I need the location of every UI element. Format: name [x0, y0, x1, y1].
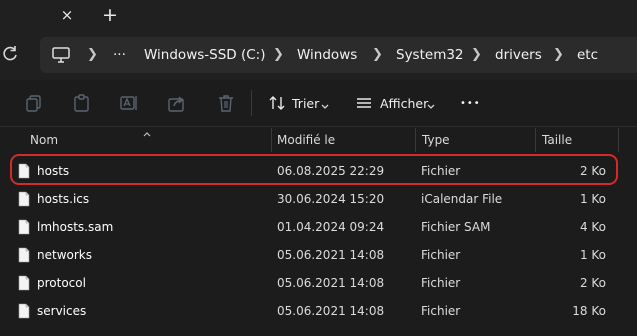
sort-button-label[interactable]: Trier	[292, 95, 319, 113]
calendar-file-icon	[18, 191, 30, 207]
file-size: 1 Ko	[579, 248, 606, 262]
chevron-down-icon[interactable]	[426, 97, 436, 109]
this-pc-icon[interactable]	[51, 46, 71, 64]
file-size: 2 Ko	[579, 276, 606, 290]
file-size: 4 Ko	[579, 220, 606, 234]
file-modified: 05.06.2021 14:08	[277, 276, 385, 290]
column-divider[interactable]	[415, 128, 416, 152]
file-type: Fichier	[421, 248, 461, 262]
file-row[interactable]: networks 05.06.2021 14:08 Fichier 1 Ko	[0, 241, 637, 269]
file-name[interactable]: hosts.ics	[37, 190, 89, 208]
share-icon[interactable]	[167, 93, 187, 113]
column-header-size[interactable]: Taille	[542, 131, 572, 149]
file-name[interactable]: lmhosts.sam	[37, 218, 113, 236]
column-divider[interactable]	[618, 128, 619, 152]
sort-ascending-icon	[142, 123, 152, 137]
refresh-icon[interactable]	[2, 43, 18, 63]
view-button-label[interactable]: Afficher	[380, 95, 428, 113]
file-row[interactable]: lmhosts.sam 01.04.2024 09:24 Fichier SAM…	[0, 213, 637, 241]
file-modified: 05.06.2021 14:08	[277, 304, 385, 318]
file-type: Fichier	[421, 304, 461, 318]
column-header-type[interactable]: Type	[422, 131, 450, 149]
breadcrumb-windows[interactable]: Windows	[297, 45, 357, 65]
chevron-right-icon[interactable]: ❯	[87, 45, 98, 65]
file-size: 1 Ko	[579, 192, 606, 206]
copy-icon[interactable]	[24, 93, 44, 113]
file-row[interactable]: services 05.06.2021 14:08 Fichier 18 Ko	[0, 297, 637, 325]
file-icon	[18, 247, 30, 263]
breadcrumb-more[interactable]: ···	[113, 45, 126, 65]
file-row[interactable]: protocol 05.06.2021 14:08 Fichier 2 Ko	[0, 269, 637, 297]
file-icon	[18, 219, 30, 235]
new-tab-icon[interactable]: +	[101, 5, 119, 25]
file-name[interactable]: networks	[37, 246, 92, 264]
chevron-right-icon[interactable]: ❯	[553, 45, 564, 65]
column-header-name[interactable]: Nom	[30, 131, 58, 149]
title-bar	[0, 0, 637, 31]
sort-icon[interactable]	[267, 93, 287, 113]
file-modified: 01.04.2024 09:24	[277, 220, 385, 234]
file-type: iCalendar File	[421, 192, 503, 206]
paste-icon[interactable]	[72, 93, 92, 113]
file-row[interactable]: hosts.ics 30.06.2024 15:20 iCalendar Fil…	[0, 185, 637, 213]
close-tab-icon[interactable]: ×	[59, 6, 75, 24]
column-header-modified[interactable]: Modifié le	[277, 131, 335, 149]
file-icon	[18, 303, 30, 319]
chevron-right-icon[interactable]: ❯	[372, 45, 383, 65]
breadcrumb-etc[interactable]: etc	[577, 45, 598, 65]
breadcrumb-drivers[interactable]: drivers	[495, 45, 542, 65]
highlight-box	[10, 154, 618, 185]
file-modified: 05.06.2021 14:08	[277, 248, 385, 262]
chevron-right-icon[interactable]: ❯	[471, 45, 482, 65]
breadcrumb-drive[interactable]: Windows-SSD (C:)	[144, 45, 265, 65]
file-icon	[18, 275, 30, 291]
delete-icon[interactable]	[216, 93, 236, 113]
column-divider[interactable]	[271, 128, 272, 152]
file-type: Fichier SAM	[421, 220, 491, 234]
file-size: 18 Ko	[572, 304, 606, 318]
column-divider[interactable]	[535, 128, 536, 152]
more-options-icon[interactable]: •••	[460, 95, 481, 113]
view-icon[interactable]	[354, 93, 374, 113]
file-type: Fichier	[421, 276, 461, 290]
file-modified: 30.06.2024 15:20	[277, 192, 385, 206]
breadcrumb-system32[interactable]: System32	[396, 45, 464, 65]
chevron-down-icon[interactable]	[320, 97, 330, 109]
file-name[interactable]: services	[37, 302, 86, 320]
chevron-right-icon[interactable]: ❯	[273, 45, 284, 65]
toolbar-divider	[251, 90, 252, 116]
rename-icon[interactable]	[119, 93, 139, 113]
file-name[interactable]: protocol	[37, 274, 86, 292]
